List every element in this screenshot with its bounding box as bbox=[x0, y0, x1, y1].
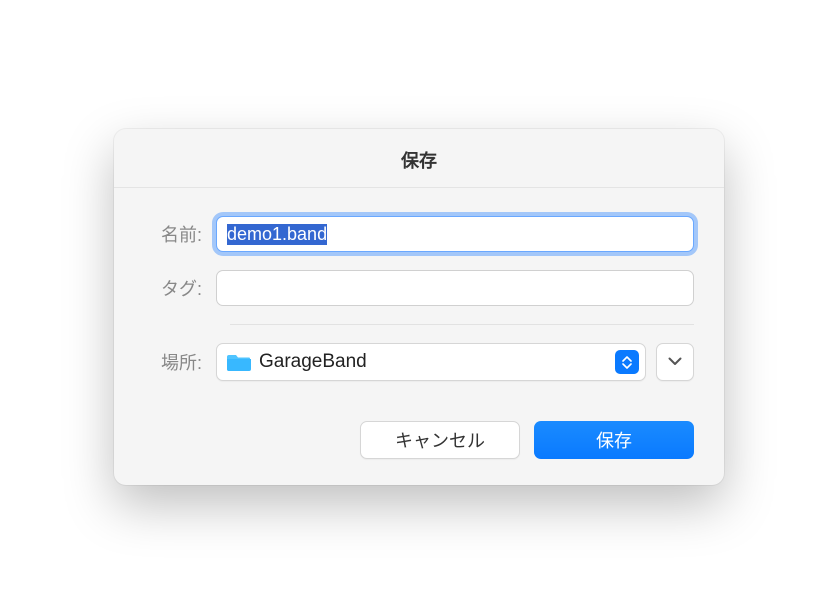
cancel-button[interactable]: キャンセル bbox=[360, 421, 520, 459]
location-label: 場所: bbox=[144, 349, 216, 375]
tags-input[interactable] bbox=[216, 270, 694, 306]
name-row: 名前: bbox=[144, 216, 694, 252]
location-value: GarageBand bbox=[259, 351, 615, 373]
tags-label: タグ: bbox=[144, 275, 216, 301]
dialog-body: 名前: タグ: 場所: GarageBand bbox=[114, 188, 724, 411]
save-dialog: 保存 名前: タグ: 場所: bbox=[114, 129, 724, 485]
chevron-down-icon bbox=[668, 353, 682, 371]
dialog-title: 保存 bbox=[114, 147, 724, 173]
folder-icon bbox=[227, 352, 251, 372]
save-button[interactable]: 保存 bbox=[534, 421, 694, 459]
expand-button[interactable] bbox=[656, 343, 694, 381]
dialog-header: 保存 bbox=[114, 129, 724, 188]
tags-input-wrap bbox=[216, 270, 694, 306]
tags-row: タグ: bbox=[144, 270, 694, 306]
dialog-footer: キャンセル 保存 bbox=[114, 411, 724, 485]
name-input-wrap bbox=[216, 216, 694, 252]
location-popup[interactable]: GarageBand bbox=[216, 343, 646, 381]
location-row: 場所: GarageBand bbox=[144, 343, 694, 381]
updown-arrows-icon bbox=[615, 350, 639, 374]
name-label: 名前: bbox=[144, 221, 216, 247]
divider bbox=[230, 324, 694, 325]
name-input[interactable] bbox=[216, 216, 694, 252]
